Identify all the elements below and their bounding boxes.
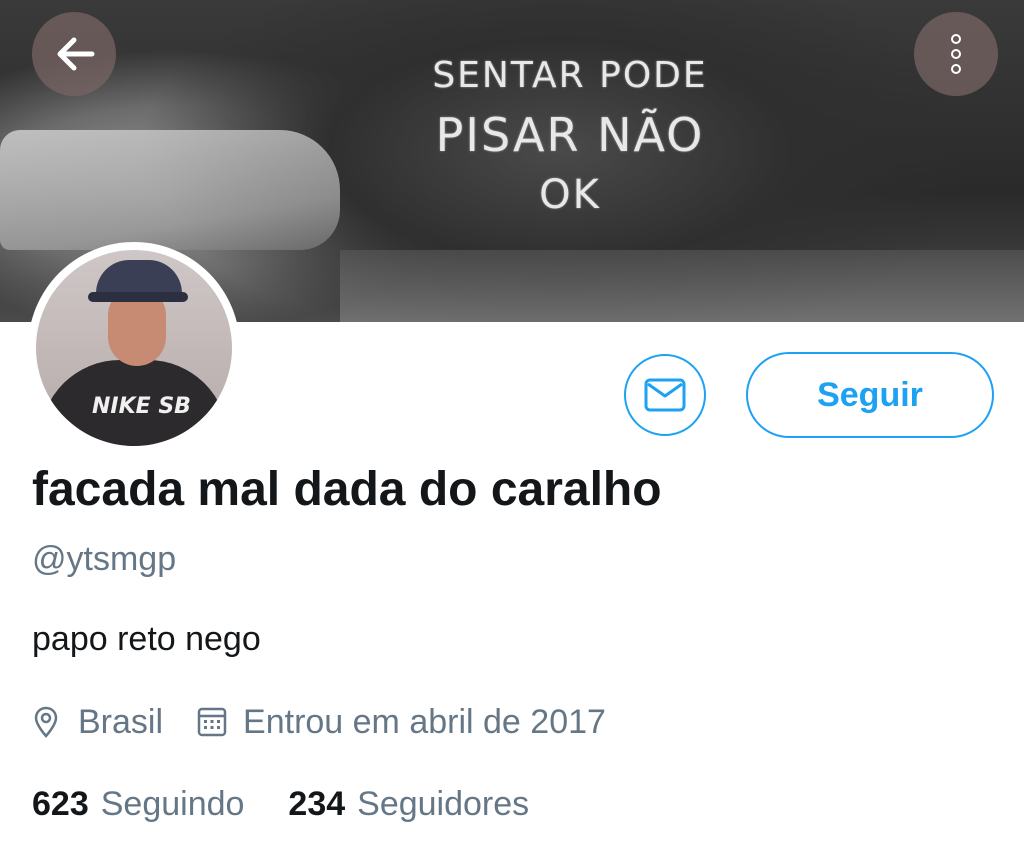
location-text: Brasil (78, 702, 164, 741)
banner-text: SENTAR PODE PISAR NÃO OK (360, 55, 780, 218)
following-count: 623 (32, 784, 89, 823)
arrow-left-icon (57, 37, 95, 71)
display-name: facada mal dada do caralho (32, 463, 662, 516)
back-button[interactable] (32, 12, 116, 96)
avatar-logo-text: NIKE SB (92, 394, 191, 419)
followers-link[interactable]: 234 Seguidores (288, 785, 529, 824)
following-label: Seguindo (100, 784, 245, 823)
following-link[interactable]: 623 Seguindo (32, 785, 244, 824)
user-bio: papo reto nego (32, 620, 261, 658)
follow-button[interactable]: Seguir (746, 352, 994, 438)
followers-count: 234 (288, 784, 346, 823)
profile-meta: Brasil Entrou em abril de 2017 (32, 700, 606, 744)
more-options-button[interactable] (914, 12, 998, 96)
calendar-icon (197, 705, 227, 739)
avatar-photo: NIKE SB (36, 250, 232, 446)
more-vertical-icon (951, 34, 961, 74)
joined-date: Entrou em abril de 2017 (243, 702, 606, 741)
profile-stats: 623 Seguindo 234 Seguidores (32, 782, 529, 826)
banner-text-line: PISAR NÃO (435, 108, 705, 162)
user-handle: @ytsmgp (32, 540, 177, 578)
banner-text-line: OK (539, 172, 601, 218)
banner-cloth (0, 130, 340, 250)
message-button[interactable] (624, 354, 706, 436)
avatar[interactable]: NIKE SB (28, 242, 240, 454)
followers-label: Seguidores (357, 784, 530, 823)
location-pin-icon (32, 705, 62, 739)
banner-text-line: SENTAR PODE (432, 55, 708, 96)
envelope-icon (644, 378, 686, 412)
banner-seat (340, 250, 1024, 322)
